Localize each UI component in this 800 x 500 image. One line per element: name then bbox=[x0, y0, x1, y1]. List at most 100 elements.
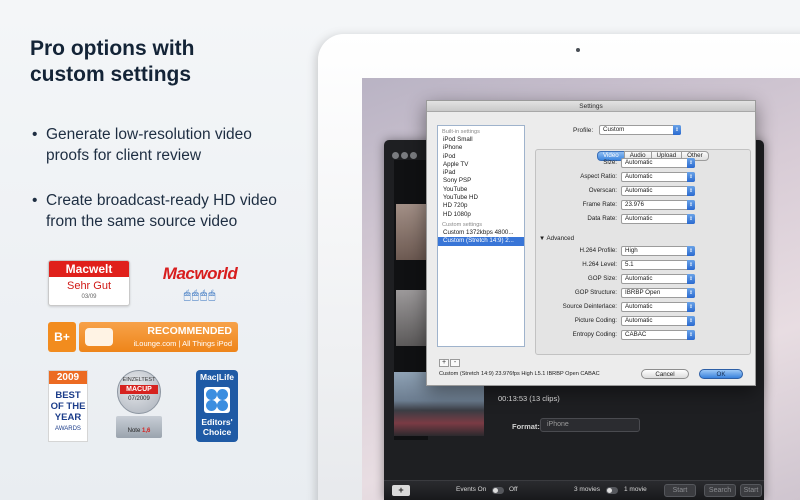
h264-level-select[interactable]: 5.1 ⇕ bbox=[621, 260, 695, 270]
headline: Pro options with custom settings bbox=[30, 36, 290, 88]
chevron-updown-icon: ⇕ bbox=[687, 274, 695, 284]
entropy-coding-value: CABAC bbox=[625, 331, 647, 338]
preset-item[interactable]: Sony PSP bbox=[438, 177, 524, 185]
bullet-text-line-2: proofs for client review bbox=[46, 147, 202, 164]
award-line: OF THE bbox=[50, 401, 86, 412]
ok-button[interactable]: OK bbox=[699, 369, 743, 379]
dialog-title: Settings bbox=[427, 101, 755, 112]
frame-rate-select[interactable]: 23.976 ⇕ bbox=[621, 200, 695, 210]
add-button[interactable]: + bbox=[392, 485, 410, 496]
clip-thumbnail[interactable] bbox=[396, 204, 426, 260]
clip-duration: 00:13:53 (13 clips) bbox=[498, 394, 560, 403]
ilounge-badge: B+ RECOMMENDED iLounge.com | All Things … bbox=[48, 322, 238, 352]
format-select[interactable]: iPhone bbox=[540, 418, 640, 432]
data-rate-label: Data Rate: bbox=[587, 215, 617, 222]
picture-coding-value: Automatic bbox=[625, 317, 653, 324]
zoom-window-icon[interactable] bbox=[410, 152, 417, 159]
macup-test-label: EINZELTEST bbox=[122, 377, 156, 383]
chevron-updown-icon: ⇕ bbox=[687, 186, 695, 196]
preset-item[interactable]: iPhone bbox=[438, 144, 524, 152]
aspect-ratio-select[interactable]: Automatic ⇕ bbox=[621, 172, 695, 182]
preset-item[interactable]: YouTube bbox=[438, 186, 524, 194]
movies-toggle[interactable] bbox=[606, 487, 618, 494]
gop-structure-value: IBRBP Open bbox=[625, 289, 661, 296]
macworld-badge: Macworld 🖱🖱🖱🖱 bbox=[162, 262, 238, 318]
custom-preset-item[interactable]: Custom 1372kbps 4800... bbox=[438, 229, 524, 237]
preset-item[interactable]: Apple TV bbox=[438, 161, 524, 169]
ilounge-site: iLounge.com | All Things iPod bbox=[133, 339, 232, 348]
custom-preset-item-selected[interactable]: Custom (Stretch 14:9) 2... bbox=[438, 237, 524, 246]
advanced-disclosure[interactable]: ▼ Advanced bbox=[539, 235, 574, 242]
chevron-updown-icon: ⇕ bbox=[687, 330, 695, 340]
award-subtitle: AWARDS bbox=[55, 426, 81, 432]
award-year: 2009 bbox=[49, 371, 87, 384]
cancel-button[interactable]: Cancel bbox=[641, 369, 689, 379]
preset-item[interactable]: iPad bbox=[438, 169, 524, 177]
settings-dialog: Settings Built-in settings iPod Small iP… bbox=[426, 100, 756, 386]
h264-profile-label: H.264 Profile: bbox=[579, 247, 618, 254]
preset-list: Built-in settings iPod Small iPhone iPod… bbox=[437, 125, 525, 347]
remove-preset-button[interactable]: - bbox=[450, 359, 460, 367]
profile-label: Profile: bbox=[573, 127, 594, 134]
close-window-icon[interactable] bbox=[392, 152, 399, 159]
award-line: BEST bbox=[55, 390, 81, 401]
clip-thumbnail[interactable] bbox=[396, 290, 426, 346]
gop-structure-select[interactable]: IBRBP Open ⇕ bbox=[621, 288, 695, 298]
macup-badge: EINZELTEST MACUP 07/2009 Note 1,6 bbox=[116, 370, 162, 440]
add-preset-button[interactable]: + bbox=[439, 359, 449, 367]
clover-icon bbox=[204, 387, 230, 413]
thumbs-up-icon bbox=[85, 328, 113, 346]
bottom-toolbar: + Events On Off 3 movies 1 movie Start S… bbox=[384, 480, 764, 500]
source-deinterlace-select[interactable]: Automatic ⇕ bbox=[621, 302, 695, 312]
overscan-select[interactable]: Automatic ⇕ bbox=[621, 186, 695, 196]
overscan-label: Overscan: bbox=[588, 187, 617, 194]
chevron-updown-icon: ⇕ bbox=[687, 158, 695, 168]
picture-coding-label: Picture Coding: bbox=[574, 317, 617, 324]
ilounge-banner: RECOMMENDED iLounge.com | All Things iPo… bbox=[79, 322, 238, 352]
award-title: BEST OF THE YEAR bbox=[49, 390, 87, 423]
macup-seal: EINZELTEST MACUP 07/2009 bbox=[117, 370, 161, 414]
macup-logo: MACUP bbox=[120, 385, 158, 394]
macworld-mice-rating: 🖱🖱🖱🖱 bbox=[183, 288, 217, 302]
events-toggle[interactable] bbox=[492, 487, 504, 494]
chevron-updown-icon: ⇕ bbox=[673, 125, 681, 135]
maclife-editors: Editors' Choice bbox=[196, 417, 238, 437]
profile-select[interactable]: Custom ⇕ bbox=[599, 125, 681, 135]
settings-tabs: Video Audio Upload Other bbox=[597, 144, 709, 161]
macup-issue: 07/2009 bbox=[128, 396, 150, 402]
chevron-updown-icon: ⇕ bbox=[687, 172, 695, 182]
search-button[interactable]: Search bbox=[704, 484, 736, 497]
feature-bullet: • Create broadcast-ready HD video from t… bbox=[32, 190, 302, 232]
h264-profile-select[interactable]: High ⇕ bbox=[621, 246, 695, 256]
events-on-label: Events On bbox=[456, 486, 487, 493]
bullet-text-line-1: Generate low-resolution video bbox=[46, 126, 252, 143]
feature-bullet: • Generate low-resolution video proofs f… bbox=[32, 124, 302, 166]
size-select[interactable]: Automatic ⇕ bbox=[621, 158, 695, 168]
maclife-choice-line: Choice bbox=[202, 427, 232, 437]
source-deinterlace-label: Source Deinterlace: bbox=[562, 303, 617, 310]
macwelt-issue: 03/09 bbox=[81, 294, 97, 300]
entropy-coding-select[interactable]: CABAC ⇕ bbox=[621, 330, 695, 340]
maclife-logo: Mac|Life bbox=[199, 372, 235, 382]
data-rate-value: Automatic bbox=[625, 215, 653, 222]
gop-size-value: Automatic bbox=[625, 275, 653, 282]
preset-item[interactable]: iPod bbox=[438, 153, 524, 161]
data-rate-select[interactable]: Automatic ⇕ bbox=[621, 214, 695, 224]
macwelt-logo: Macwelt bbox=[49, 261, 129, 277]
bullet-dot: • bbox=[32, 126, 38, 143]
preset-item[interactable]: HD 720p bbox=[438, 202, 524, 210]
preset-item[interactable]: YouTube HD bbox=[438, 194, 524, 202]
minimize-window-icon[interactable] bbox=[401, 152, 408, 159]
start-button-secondary[interactable]: Start bbox=[740, 484, 762, 497]
gop-size-select[interactable]: Automatic ⇕ bbox=[621, 274, 695, 284]
source-deinterlace-value: Automatic bbox=[625, 303, 653, 310]
preset-item[interactable]: HD 1080p bbox=[438, 211, 524, 219]
picture-coding-select[interactable]: Automatic ⇕ bbox=[621, 316, 695, 326]
one-movie-label: 1 movie bbox=[624, 486, 647, 493]
start-button[interactable]: Start bbox=[664, 484, 696, 497]
gop-size-label: GOP Size: bbox=[587, 275, 617, 282]
aspect-ratio-value: Automatic bbox=[625, 173, 653, 180]
chevron-updown-icon: ⇕ bbox=[687, 288, 695, 298]
laptop-screen: 00:13:53 (13 clips) Format: iPhone + Eve… bbox=[362, 78, 800, 500]
preset-item[interactable]: iPod Small bbox=[438, 136, 524, 144]
